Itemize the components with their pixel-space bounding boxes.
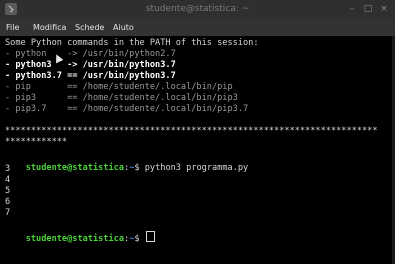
maximize-icon[interactable]: □ bbox=[362, 3, 374, 15]
path-line-pip: - pip == /home/studente/.local/bin/pip bbox=[5, 82, 233, 92]
window-title: studente@statistica: ~ bbox=[145, 4, 250, 14]
text-cursor bbox=[145, 231, 155, 242]
output-line: 7 bbox=[5, 208, 11, 218]
close-icon[interactable]: × bbox=[378, 3, 390, 15]
output-line: 3 bbox=[5, 164, 11, 174]
title-bar[interactable]: studente@statistica: ~ – □ × bbox=[0, 0, 395, 19]
path-line-python3-7: - python3.7 == /usr/bin/python3.7 bbox=[5, 71, 176, 81]
path-line-pip3: - pip3 == /home/studente/.local/bin/pip3 bbox=[5, 93, 238, 103]
terminal-window: studente@statistica: ~ – □ × File Modifi… bbox=[0, 0, 395, 264]
terminal-header-line: Some Python commands in the PATH of this… bbox=[5, 38, 259, 48]
output-line: 4 bbox=[5, 175, 11, 185]
separator-line-1: ****************************************… bbox=[5, 126, 378, 136]
output-line: 5 bbox=[5, 186, 11, 196]
path-line-pip3-7: - pip3.7 == /home/studente/.local/bin/pi… bbox=[5, 104, 249, 114]
command-line: studente@statistica:~$ python3 programma… bbox=[5, 152, 249, 185]
prompt-user: studente@statistica bbox=[25, 163, 125, 173]
active-prompt-line[interactable]: studente@statistica:~$ bbox=[5, 220, 155, 256]
prompt-symbol: $ bbox=[134, 234, 145, 244]
menu-bar: File Modifica Schede Aiuto bbox=[0, 19, 395, 36]
path-line-python: - python -> /usr/bin/python2.7 bbox=[5, 49, 176, 59]
path-line-python3: - python3 -> /usr/bin/python3.7 bbox=[5, 60, 176, 70]
output-line: 6 bbox=[5, 197, 11, 207]
menu-aiuto[interactable]: Aiuto bbox=[113, 23, 134, 32]
separator-line-2: ************ bbox=[5, 137, 68, 147]
menu-file[interactable]: File bbox=[6, 23, 19, 32]
menu-schede[interactable]: Schede bbox=[75, 23, 104, 32]
prompt-symbol: $ bbox=[134, 163, 145, 173]
menu-modifica[interactable]: Modifica bbox=[33, 23, 66, 32]
minimize-icon[interactable]: – bbox=[346, 3, 358, 15]
prompt-user: studente@statistica bbox=[25, 234, 125, 244]
command-text: python3 programma.py bbox=[144, 163, 249, 173]
